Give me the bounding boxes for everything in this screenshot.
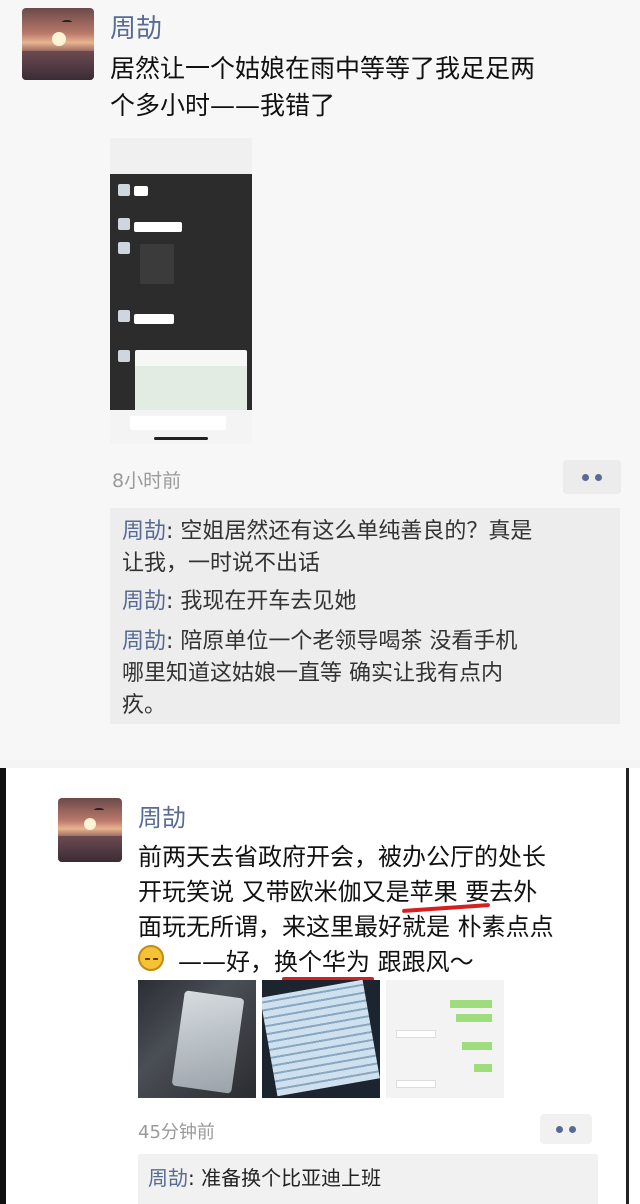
comment-section: 周劼: 准备换个比亚迪上班 [138, 1154, 598, 1204]
post-text: 前两天去省政府开会，被办公厅的处长 开玩笑说 又带欧米伽又是苹果 要去外 面玩无… [138, 843, 554, 976]
post-timestamp: 45分钟前 [138, 1122, 215, 1143]
screenshot-sticker [140, 244, 174, 284]
comment-section: 周劼: 空姐居然还有这么单纯善良的？真是 让我，一时说不出话 周劼: 我现在开车… [110, 508, 620, 724]
phone-photo-thumbnail[interactable] [138, 980, 256, 1098]
phone-box-label-thumbnail[interactable] [262, 980, 380, 1098]
screenshot-location-card [135, 350, 247, 410]
author-avatar[interactable] [22, 8, 94, 80]
moment-post-2: 周劼 前两天去省政府开会，被办公厅的处长 开玩笑说 又带欧米伽又是苹果 要去外 … [0, 768, 640, 1204]
frame-border [0, 768, 6, 1204]
moment-post-1: 周劼 居然让一个姑娘在雨中等等了我足足两 个多小时——我错了 8小时前 周劼: … [0, 0, 640, 760]
post-text: 居然让一个姑娘在雨中等等了我足足两 个多小时——我错了 [110, 54, 536, 120]
screenshot-avatar [118, 218, 130, 230]
author-name[interactable]: 周劼 [138, 798, 186, 833]
screenshot-avatar [118, 242, 130, 254]
comment-item[interactable]: 周劼: 准备换个比亚迪上班 [148, 1162, 381, 1194]
author-name[interactable]: 周劼 [110, 8, 162, 45]
post-timestamp: 8小时前 [112, 470, 182, 492]
chat-screenshot-image[interactable] [110, 138, 252, 444]
frame-border [626, 768, 629, 1204]
author-avatar[interactable] [58, 798, 122, 862]
screenshot-bubble [134, 222, 182, 232]
screenshot-avatar [118, 310, 130, 322]
comment-item[interactable]: 周劼: 空姐居然还有这么单纯善良的？真是 让我，一时说不出话 [122, 516, 612, 580]
screenshot-avatar [118, 184, 130, 196]
laughing-emoji-icon [138, 945, 164, 971]
chat-screenshot-thumbnail[interactable] [386, 980, 504, 1098]
more-dots-icon[interactable] [563, 460, 621, 494]
screenshot-bubble [134, 186, 148, 196]
screenshot-header [110, 138, 252, 174]
comment-item[interactable]: 周劼: 陪原单位一个老领导喝茶 没看手机 哪里知道这姑娘一直等 确实让我有点内 … [122, 626, 612, 722]
more-dots-icon[interactable] [540, 1114, 592, 1144]
screenshot-bubble [134, 314, 174, 324]
comment-item[interactable]: 周劼: 我现在开车去见她 [122, 586, 612, 618]
screenshot-input-bar [110, 410, 252, 444]
screenshot-avatar [118, 350, 130, 362]
